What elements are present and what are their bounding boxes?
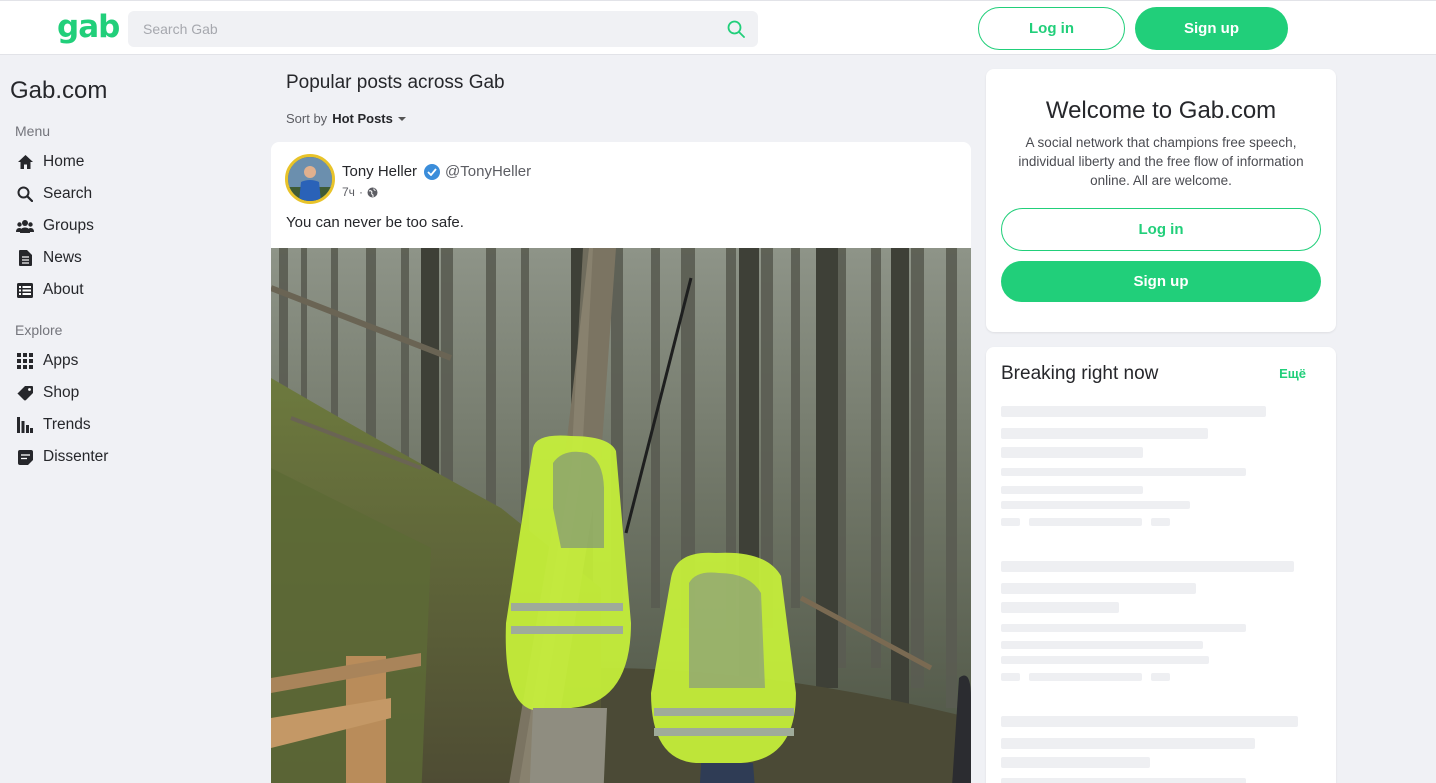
skeleton-line (1001, 673, 1020, 681)
skeleton-line (1001, 561, 1294, 572)
post-author[interactable]: Tony Heller @TonyHeller (342, 163, 531, 180)
skeleton-line (1001, 757, 1150, 768)
skeleton-line (1001, 518, 1020, 526)
apps-icon (16, 352, 34, 370)
skeleton-line (1001, 486, 1143, 494)
nav-item-label: Search (43, 185, 93, 202)
welcome-login-button[interactable]: Log in (1001, 208, 1321, 251)
breaking-card: Breaking right now Ещё (986, 347, 1336, 783)
caret-down-icon[interactable] (397, 116, 406, 121)
welcome-description: A social network that champions free spe… (1018, 135, 1304, 188)
top-bar: gab Log in Sign up (0, 0, 1436, 55)
explore-section-label: Explore (15, 322, 63, 338)
skeleton-line (1001, 624, 1246, 632)
search-icon (16, 185, 34, 203)
sort-label: Sort by (286, 111, 328, 126)
nav-item-label: About (43, 281, 84, 298)
nav-item-label: Apps (43, 352, 79, 369)
nav-item-dissenter[interactable]: Dissenter (16, 445, 108, 469)
search-box[interactable] (128, 11, 758, 47)
site-title[interactable]: Gab.com (10, 77, 107, 105)
sort-control[interactable]: Sort by Hot Posts (286, 111, 406, 126)
dissenter-icon (16, 448, 34, 466)
skeleton-line (1001, 716, 1298, 727)
header-signup-button[interactable]: Sign up (1135, 7, 1288, 50)
skeleton-line (1151, 673, 1170, 681)
skeleton-line (1001, 738, 1255, 749)
skeleton-line (1001, 656, 1209, 664)
header-login-button[interactable]: Log in (978, 7, 1125, 50)
avatar[interactable] (285, 154, 335, 204)
post-time[interactable]: 7ч (342, 185, 355, 199)
skeleton-line (1001, 447, 1143, 458)
news-icon (16, 249, 34, 267)
breaking-more-link[interactable]: Ещё (1279, 366, 1306, 381)
breaking-title: Breaking right now (1001, 363, 1159, 384)
feed-title: Popular posts across Gab (286, 72, 505, 93)
menu-section-label: Menu (15, 123, 51, 139)
nav-item-about[interactable]: About (16, 278, 84, 302)
skeleton-line (1001, 406, 1266, 417)
post-text: You can never be too safe. (286, 214, 464, 231)
skeleton-line (1001, 583, 1196, 594)
meta-separator: · (358, 185, 363, 199)
welcome-signup-button[interactable]: Sign up (1001, 261, 1321, 302)
nav-item-label: Home (43, 153, 85, 170)
nav-item-shop[interactable]: Shop (16, 381, 79, 405)
nav-item-home[interactable]: Home (16, 150, 84, 174)
skeleton-line (1001, 778, 1246, 783)
nav-item-trends[interactable]: Trends (16, 413, 91, 437)
skeleton-line (1001, 501, 1190, 509)
verified-badge-icon (424, 163, 441, 180)
search-icon[interactable] (727, 20, 745, 38)
nav-item-groups[interactable]: Groups (16, 214, 94, 238)
skeleton-line (1001, 468, 1246, 476)
welcome-card: Welcome to Gab.com A social network that… (986, 69, 1336, 332)
nav-item-label: News (43, 249, 82, 266)
skeleton-line (1001, 428, 1208, 439)
groups-icon (16, 217, 34, 235)
nav-item-label: Trends (43, 416, 91, 433)
nav-item-label: Shop (43, 384, 80, 401)
welcome-title: Welcome to Gab.com (1045, 97, 1277, 124)
shop-icon (16, 384, 34, 402)
author-handle[interactable]: @TonyHeller (445, 163, 531, 180)
skeleton-line (1029, 518, 1142, 526)
post-meta: 7ч · (342, 185, 378, 199)
nav-item-news[interactable]: News (16, 246, 82, 270)
skeleton-line (1001, 641, 1203, 649)
home-icon (16, 153, 34, 171)
gab-logo[interactable]: gab (57, 9, 120, 45)
post-card: Tony Heller @TonyHeller 7ч · You can nev… (271, 142, 971, 783)
skeleton-line (1001, 602, 1119, 613)
globe-icon (367, 187, 378, 197)
author-name[interactable]: Tony Heller (342, 163, 417, 180)
sort-value[interactable]: Hot Posts (332, 111, 393, 126)
trends-icon (16, 416, 34, 434)
about-icon (16, 281, 34, 299)
nav-item-search[interactable]: Search (16, 182, 92, 206)
nav-item-apps[interactable]: Apps (16, 349, 78, 373)
skeleton-line (1029, 673, 1142, 681)
search-input[interactable] (128, 11, 708, 47)
post-image[interactable] (271, 248, 971, 783)
nav-item-label: Dissenter (43, 448, 109, 465)
skeleton-line (1151, 518, 1170, 526)
nav-item-label: Groups (43, 217, 94, 234)
